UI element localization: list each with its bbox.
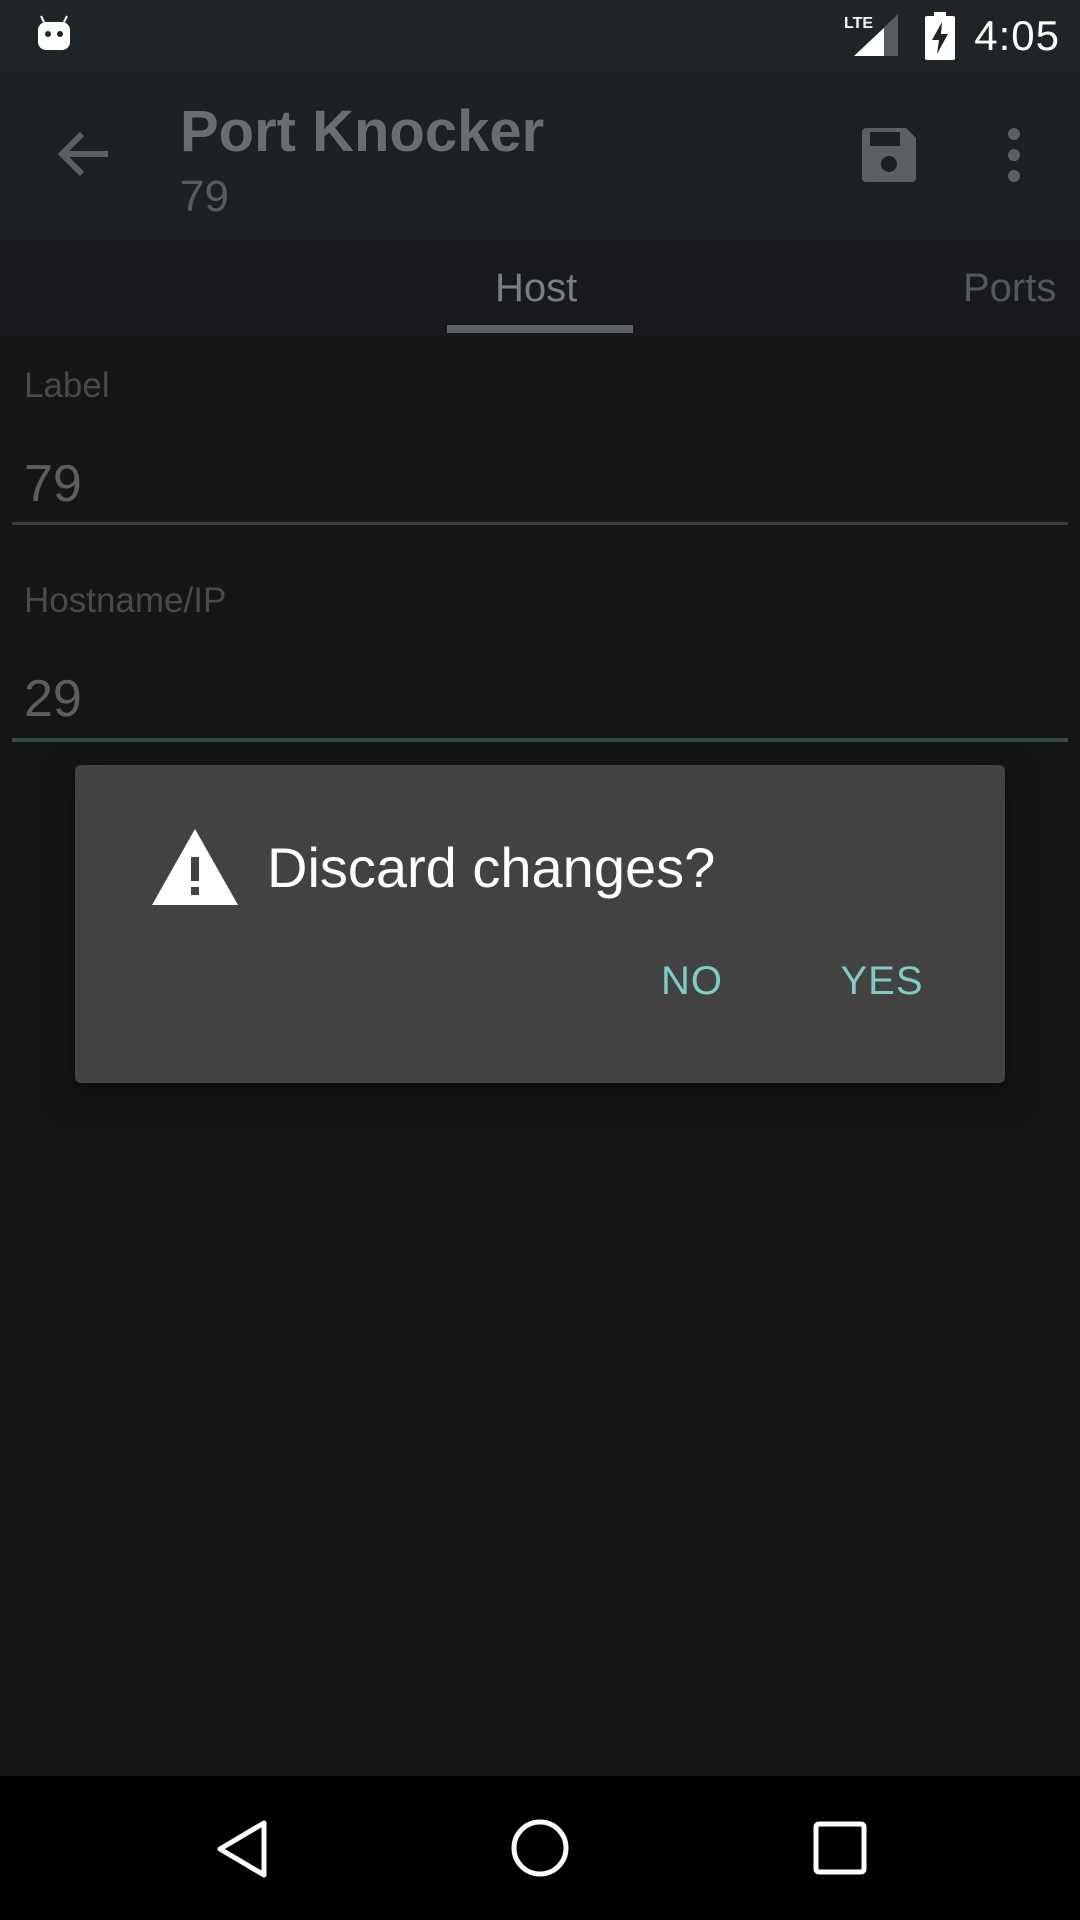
arrow-back-icon[interactable] [52, 122, 116, 186]
android-notification-icon [38, 15, 70, 50]
label-field-label: Label [24, 366, 110, 405]
status-bar: LTE 4:05 [0, 0, 1080, 72]
signal-icon: LTE [844, 14, 898, 56]
hostname-field-label: Hostname/IP [24, 581, 227, 620]
app-title: Port Knocker [180, 99, 545, 164]
tab-ports[interactable]: Ports [963, 266, 1056, 311]
yes-button[interactable]: YES [827, 945, 937, 1017]
more-vert-icon[interactable] [998, 124, 1030, 186]
label-field-underline [12, 522, 1068, 525]
app-bar: Port Knocker 79 [0, 72, 1080, 240]
battery-charging-icon [925, 12, 955, 60]
no-button[interactable]: NO [647, 945, 737, 1017]
dialog-title: Discard changes? [267, 836, 716, 899]
save-icon[interactable] [858, 124, 920, 186]
status-clock: 4:05 [974, 12, 1060, 59]
tab-host[interactable]: Host [495, 266, 577, 311]
label-field-input[interactable]: 79 [24, 454, 82, 514]
tab-bar: Host Ports [0, 240, 1080, 336]
tab-indicator [447, 325, 633, 333]
warning-icon [152, 829, 238, 905]
hostname-field-underline [12, 738, 1068, 742]
hostname-field-input[interactable]: 29 [24, 669, 82, 729]
nav-recents-icon[interactable] [812, 1820, 868, 1876]
discard-changes-dialog: Discard changes? NO YES [75, 765, 1005, 1083]
nav-back-icon[interactable] [212, 1818, 272, 1880]
nav-home-icon[interactable] [510, 1818, 570, 1878]
app-subtitle: 79 [180, 172, 229, 221]
lte-label: LTE [844, 15, 873, 32]
navigation-bar [0, 1776, 1080, 1920]
